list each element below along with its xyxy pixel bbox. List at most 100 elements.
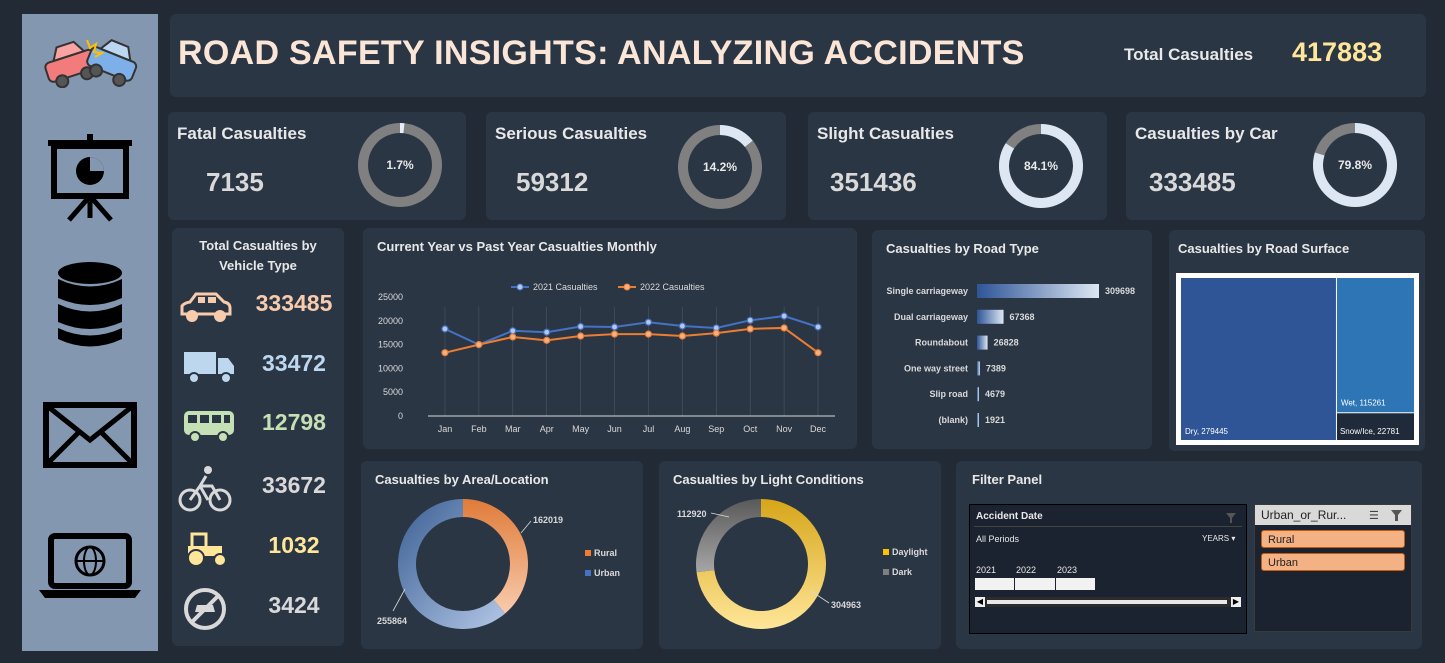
- area-location-donut: 162019 255864 Rural Urban: [377, 499, 620, 629]
- kpi-donut: 1.7%: [358, 123, 443, 207]
- kpi-label: Fatal Casualties: [177, 124, 307, 143]
- filter-panel-title: Filter Panel: [972, 472, 1043, 487]
- slice-value-label: 112920: [677, 509, 707, 519]
- data-point: [814, 349, 822, 357]
- time-level-dropdown[interactable]: YEARS ▾: [1202, 534, 1235, 543]
- bar-value-label: 309698: [1105, 286, 1135, 296]
- divider: [974, 526, 1242, 527]
- kpi-label: Serious Casualties: [495, 124, 648, 143]
- data-point: [712, 329, 720, 337]
- time-level-label: YEARS: [1202, 534, 1230, 543]
- slicer-header: Urban_or_Rur...: [1261, 508, 1347, 522]
- bar: [977, 413, 979, 427]
- truck-icon: [184, 352, 234, 384]
- bar: [977, 309, 1004, 324]
- database-icon[interactable]: [32, 260, 148, 352]
- data-point: [509, 333, 517, 341]
- page-title: ROAD SAFETY INSIGHTS: ANALYZING ACCIDENT…: [178, 34, 1025, 72]
- clear-filter-icon[interactable]: [1226, 510, 1236, 523]
- total-casualties-value: 417883: [1292, 37, 1383, 67]
- light-conditions-donut: 304963 112920 Daylight Dark: [677, 499, 928, 629]
- scroll-right-arrow[interactable]: ▶: [1231, 597, 1241, 607]
- y-tick-label: 10000: [378, 363, 403, 373]
- x-tick-label: May: [572, 424, 590, 434]
- date-slicer-header: Accident Date: [976, 511, 1043, 522]
- y-tick-label: 5000: [383, 387, 403, 397]
- data-point: [543, 336, 551, 344]
- road-type-chart-card: Casualties by Road Type Single carriagew…: [872, 230, 1152, 449]
- year-label-2023: 2023: [1057, 565, 1078, 575]
- tractor-icon: [187, 532, 227, 567]
- bar-category-label: Slip road: [929, 389, 968, 399]
- year-label-2022: 2022: [1016, 565, 1037, 575]
- bar-value-label: 4679: [985, 389, 1005, 399]
- bar-value-label: 67368: [1010, 312, 1035, 322]
- data-point: [610, 330, 619, 338]
- scroll-left-arrow[interactable]: ◀: [975, 597, 985, 607]
- no-vehicle-icon: [184, 588, 226, 630]
- kpi-percent: 84.1%: [1024, 159, 1058, 173]
- vehicle-value: 12798: [262, 409, 326, 435]
- legend-label: Dark: [892, 567, 913, 577]
- timeline-bar-2022[interactable]: [1015, 578, 1055, 590]
- data-point: [678, 332, 686, 340]
- total-casualties-label: Total Casualties: [1124, 45, 1254, 64]
- legend-swatch: [883, 569, 889, 575]
- vehicle-value: 333485: [255, 290, 333, 316]
- bicycle-icon: [178, 466, 232, 512]
- bar: [977, 387, 979, 402]
- bar-category-label: Roundabout: [915, 338, 968, 348]
- light-conditions-chart-card: Casualties by Light Conditions 304963 112…: [659, 461, 941, 649]
- x-tick-label: Jan: [438, 424, 453, 434]
- road-surface-treemap: Dry, 279445 Wet, 115261 Snow/Ice, 22781: [1181, 278, 1414, 440]
- area-location-chart-card: Casualties by Area/Location 162019 255864…: [361, 461, 643, 649]
- treemap-label: Snow/Ice, 22781: [1340, 427, 1400, 436]
- car-crash-icon[interactable]: [32, 28, 148, 88]
- treemap-label: Dry, 279445: [1185, 427, 1229, 436]
- presentation-chart-icon[interactable]: [32, 132, 148, 222]
- slicer-option-urban[interactable]: Urban: [1261, 553, 1405, 571]
- legend-label: Urban: [594, 568, 620, 578]
- data-point: [441, 349, 449, 357]
- y-tick-label: 0: [398, 411, 403, 421]
- clear-filter-icon[interactable]: [1391, 509, 1403, 527]
- data-point: [644, 330, 653, 338]
- kpi-label: Casualties by Car: [1135, 124, 1278, 143]
- legend-label: Rural: [594, 548, 617, 558]
- bus-icon: [184, 411, 234, 443]
- laptop-globe-icon[interactable]: [32, 532, 148, 600]
- timeline-bar-2021[interactable]: [975, 578, 1014, 590]
- slicer-option-rural[interactable]: Rural: [1261, 530, 1405, 548]
- bar-value-label: 1921: [985, 415, 1005, 425]
- y-tick-label: 20000: [378, 316, 403, 326]
- kpi-donut: 84.1%: [999, 124, 1084, 208]
- x-tick-label: Jun: [607, 424, 622, 434]
- x-tick-label: Nov: [776, 424, 793, 434]
- legend-label: 2022 Casualties: [640, 282, 705, 292]
- bar-category-label: (blank): [938, 415, 968, 425]
- x-tick-label: Apr: [540, 424, 554, 434]
- data-point: [746, 325, 754, 333]
- mail-icon[interactable]: [32, 402, 148, 468]
- timeline-scrollbar[interactable]: ◀ ▶: [975, 597, 1241, 607]
- timeline-bar-2023[interactable]: [1056, 578, 1095, 590]
- slice-value-label: 162019: [533, 515, 563, 525]
- bar-category-label: One way street: [904, 363, 968, 373]
- data-point: [678, 322, 686, 330]
- data-point: [577, 322, 585, 331]
- vehicle-value: 1032: [268, 532, 320, 558]
- kpi-percent: 1.7%: [386, 158, 414, 172]
- data-point: [644, 318, 653, 326]
- multi-select-icon[interactable]: ☰: [1369, 509, 1379, 522]
- scroll-thumb[interactable]: [987, 600, 1227, 604]
- legend-label: Daylight: [892, 547, 928, 557]
- legend-swatch: [585, 570, 591, 576]
- filter-panel: Filter Panel Accident Date All Periods Y…: [956, 461, 1422, 649]
- periods-label: All Periods: [976, 534, 1020, 544]
- chevron-down-icon: ▾: [1231, 534, 1236, 543]
- urban-rural-slicer[interactable]: Urban_or_Rur... ☰ Rural Urban: [1254, 504, 1412, 632]
- road-surface-chart-card: Casualties by Road Surface Dry, 279445 We…: [1169, 230, 1425, 451]
- x-tick-label: Oct: [743, 424, 758, 434]
- bar-value-label: 7389: [986, 363, 1006, 373]
- date-timeline-slicer[interactable]: Accident Date All Periods YEARS ▾ 2021 2…: [969, 504, 1247, 634]
